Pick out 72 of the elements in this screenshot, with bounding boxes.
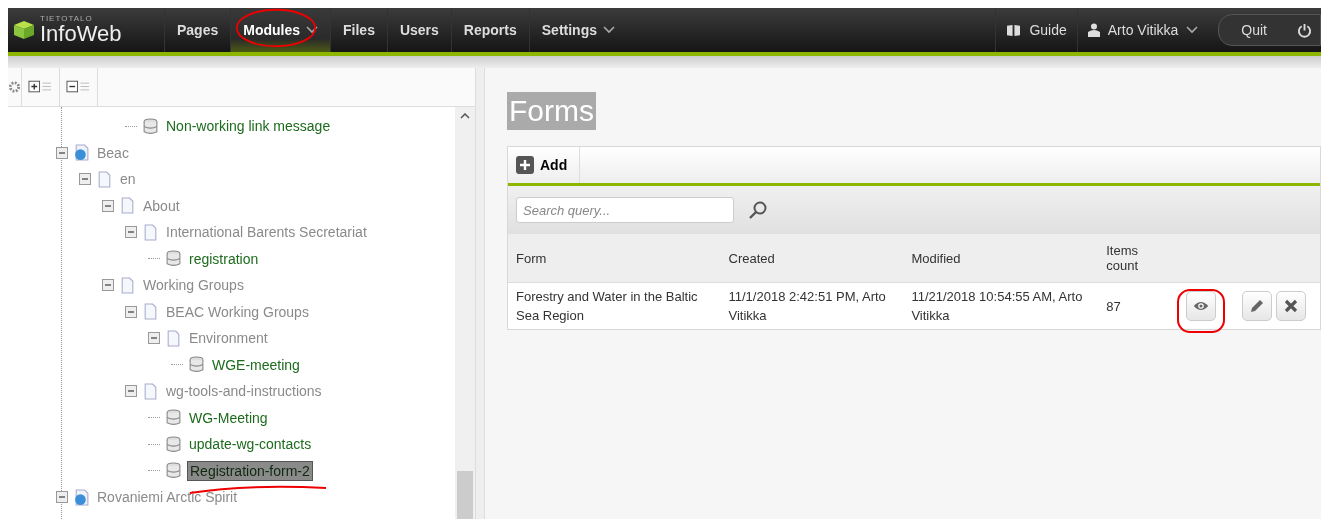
eye-icon [1193, 299, 1209, 313]
tree-item[interactable]: BEAC Working Groups [164, 302, 311, 321]
tree-item[interactable]: Beac [95, 143, 131, 162]
collapse-icon[interactable] [125, 385, 137, 398]
splitter-handle[interactable] [476, 68, 485, 519]
tree-item[interactable]: WG-Meeting [187, 408, 270, 427]
globe-page-icon [73, 144, 90, 162]
quit-button[interactable]: Quit [1218, 14, 1321, 46]
collapse-icon[interactable] [56, 491, 68, 504]
page-title: Forms [507, 92, 596, 130]
edit-button[interactable] [1242, 291, 1272, 321]
tree-item[interactable]: registration [187, 249, 261, 268]
page-icon [142, 223, 159, 241]
column-header: Form [508, 234, 721, 283]
tree-item[interactable]: Registration-form-2 [187, 460, 313, 481]
database-icon [188, 356, 205, 374]
database-icon [165, 409, 182, 427]
page-icon [165, 329, 182, 347]
column-header: Items count [1098, 234, 1174, 283]
add-button[interactable]: Add [508, 147, 581, 183]
close-icon [1283, 298, 1299, 314]
delete-button[interactable] [1276, 291, 1306, 321]
tree-item[interactable]: Working Groups [141, 276, 246, 295]
collapse-icon[interactable] [56, 146, 68, 159]
tree-item[interactable]: update-wg-contacts [187, 435, 314, 454]
scroll-up-icon[interactable] [460, 113, 470, 119]
page-icon [142, 303, 159, 321]
column-header: Created [720, 234, 904, 283]
database-icon [165, 462, 182, 480]
plus-icon [516, 156, 534, 174]
collapse-icon[interactable] [148, 332, 160, 345]
collapse-icon[interactable] [79, 173, 91, 186]
page-icon [119, 197, 136, 215]
tree-item[interactable]: International Barents Secretariat [164, 223, 369, 242]
book-icon [1006, 23, 1022, 37]
collapse-icon[interactable] [125, 226, 137, 239]
database-icon [142, 117, 159, 135]
page-icon [119, 276, 136, 294]
settings-icon[interactable] [8, 68, 22, 106]
page-icon [96, 170, 113, 188]
tree-item[interactable]: en [118, 170, 138, 189]
tree-item[interactable]: Non-working link message [164, 117, 333, 136]
page-icon [142, 382, 159, 400]
search-field[interactable]: Search query... [516, 197, 734, 223]
scrollbar-thumb[interactable] [457, 471, 473, 519]
search-icon[interactable] [748, 200, 768, 220]
table-cell: 11/1/2018 2:42:51 PM, Arto Vitikka [720, 282, 904, 329]
collapse-icon[interactable] [102, 199, 114, 212]
collapse-icon[interactable] [125, 305, 137, 318]
table-cell: 11/21/2018 10:54:55 AM, Arto Vitikka [903, 282, 1099, 329]
chevron-down-icon [1186, 26, 1199, 34]
scrollbar[interactable] [455, 107, 475, 519]
brand-tagline: TIETOTALO [40, 15, 94, 23]
tree-item[interactable]: wg-tools-and-instructions [164, 382, 324, 401]
database-icon [165, 250, 182, 268]
globe-page-icon [73, 488, 90, 506]
tree-item[interactable]: About [141, 196, 182, 215]
database-icon [165, 435, 182, 453]
tree-item[interactable]: Rovaniemi Arctic Spirit [95, 488, 240, 507]
column-header: Modified [903, 234, 1099, 283]
pencil-icon [1249, 298, 1265, 314]
cube-logo-icon [12, 20, 36, 40]
tree-item[interactable]: Environment [187, 329, 270, 348]
power-icon [1297, 22, 1312, 38]
view-button[interactable] [1186, 291, 1216, 321]
table-cell: Forestry and Water in the Baltic Sea Region [508, 282, 721, 329]
person-icon [1087, 23, 1100, 37]
brand-name: InfoWeb [40, 23, 122, 45]
table-cell: 87 [1098, 282, 1174, 329]
tree-item[interactable]: WGE-meeting [210, 355, 302, 374]
nav-tab[interactable]: Modules [230, 8, 331, 52]
collapse-icon[interactable] [102, 279, 114, 292]
